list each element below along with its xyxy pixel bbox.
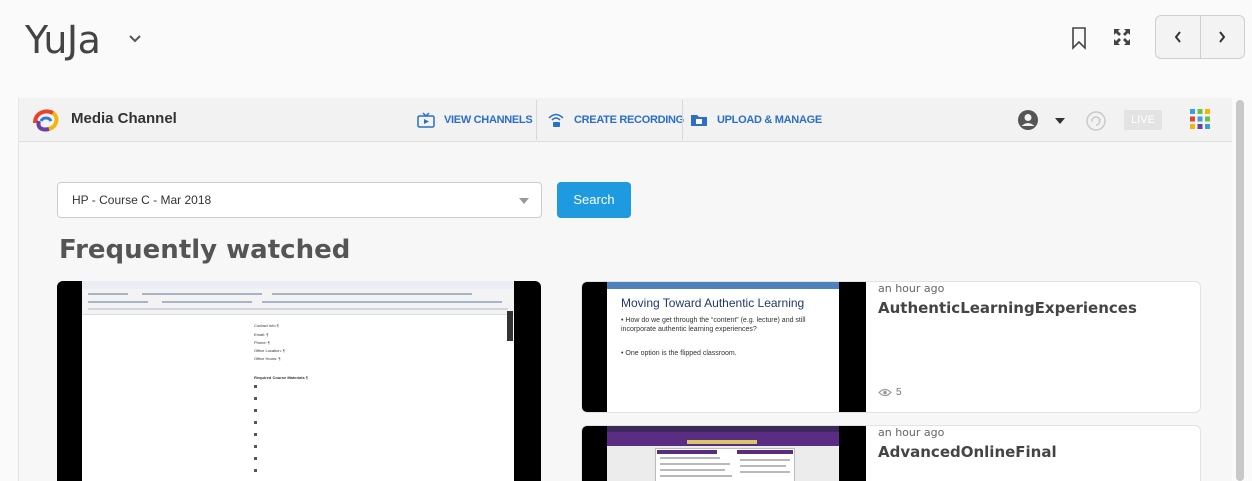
nav-divider — [536, 100, 537, 140]
doc-line: Office Location: ¶ — [254, 348, 285, 353]
video-title[interactable]: AdvancedOnlineFinal — [878, 443, 1057, 461]
caret-down-icon — [519, 198, 529, 204]
yuja-logo-icon[interactable] — [31, 107, 61, 133]
view-count-value: 5 — [896, 387, 902, 398]
live-badge[interactable]: LIVE — [1124, 110, 1162, 130]
caret-down-icon[interactable] — [1055, 118, 1065, 124]
doc-scrollbar — [507, 311, 513, 341]
media-channel-frame: Media Channel VIEW CHANNELS CREATE RECOR… — [18, 98, 1232, 481]
top-bar: YuJa — [0, 0, 1252, 90]
bookmark-icon[interactable] — [1070, 26, 1088, 50]
media-channel-title: Media Channel — [71, 110, 177, 127]
video-card[interactable]: an hour ago AdvancedOnlineFinal — [581, 425, 1201, 481]
nav-create-recording[interactable]: CREATE RECORDING — [547, 98, 684, 142]
pager-buttons — [1155, 15, 1245, 59]
page-title: YuJa — [25, 18, 101, 62]
nav-view-channels-label: VIEW CHANNELS — [444, 114, 533, 126]
video-thumbnail-large[interactable]: Contact Info ¶ Email: ¶ Phone: ¶ Office … — [57, 281, 541, 481]
search-button[interactable]: Search — [557, 182, 631, 218]
video-thumbnail[interactable]: Moving Toward Authentic Learning • How d… — [582, 282, 866, 412]
eye-icon — [878, 388, 892, 397]
word-ribbon — [82, 281, 514, 315]
course-select[interactable]: HP - Course C - Mar 2018 — [57, 182, 542, 218]
slide-bullet: • One option is the flipped classroom. — [621, 350, 737, 357]
nav-divider — [682, 100, 683, 140]
course-select-value: HP - Course C - Mar 2018 — [72, 193, 212, 207]
chevron-left-icon — [1174, 31, 1181, 43]
doc-line: Required Course Materials ¶ — [254, 375, 309, 380]
webpage-preview — [607, 426, 839, 481]
media-channel-header: Media Channel VIEW CHANNELS CREATE RECOR… — [19, 98, 1232, 142]
folder-icon — [691, 115, 707, 126]
refresh-icon[interactable] — [1085, 110, 1107, 132]
video-thumbnail[interactable] — [582, 426, 866, 481]
chevron-down-icon[interactable] — [128, 34, 142, 44]
slide-title: Moving Toward Authentic Learning — [621, 296, 805, 310]
video-card[interactable]: Moving Toward Authentic Learning • How d… — [581, 281, 1201, 413]
expand-icon[interactable] — [1112, 27, 1132, 47]
previous-button[interactable] — [1156, 16, 1200, 58]
slide-bullet: • How do we get through the “content” (e… — [621, 317, 806, 333]
video-time: an hour ago — [878, 282, 945, 295]
doc-line: Phone: ¶ — [254, 340, 270, 345]
document-preview: Contact Info ¶ Email: ¶ Phone: ¶ Office … — [82, 281, 514, 481]
next-button[interactable] — [1199, 16, 1245, 58]
nav-view-channels[interactable]: VIEW CHANNELS — [417, 98, 533, 142]
video-title[interactable]: AuthenticLearningExperiences — [878, 299, 1137, 317]
doc-line: Office Hours: ¶ — [254, 356, 281, 361]
user-avatar-icon[interactable] — [1017, 109, 1039, 131]
video-time: an hour ago — [878, 426, 945, 439]
broadcast-icon — [548, 113, 564, 127]
nav-upload-manage[interactable]: UPLOAD & MANAGE — [690, 98, 822, 142]
tv-icon — [417, 112, 435, 128]
scrollbar[interactable] — [1236, 100, 1244, 481]
slide-preview: Moving Toward Authentic Learning • How d… — [607, 282, 839, 412]
view-count: 5 — [878, 387, 902, 398]
chevron-right-icon — [1219, 31, 1226, 43]
doc-line: Contact Info ¶ — [254, 323, 279, 328]
nav-create-recording-label: CREATE RECORDING — [574, 114, 684, 126]
doc-line: Email: ¶ — [254, 332, 269, 337]
nav-upload-manage-label: UPLOAD & MANAGE — [717, 114, 822, 126]
section-title: Frequently watched — [59, 235, 351, 265]
apps-grid-icon[interactable] — [1189, 108, 1211, 130]
